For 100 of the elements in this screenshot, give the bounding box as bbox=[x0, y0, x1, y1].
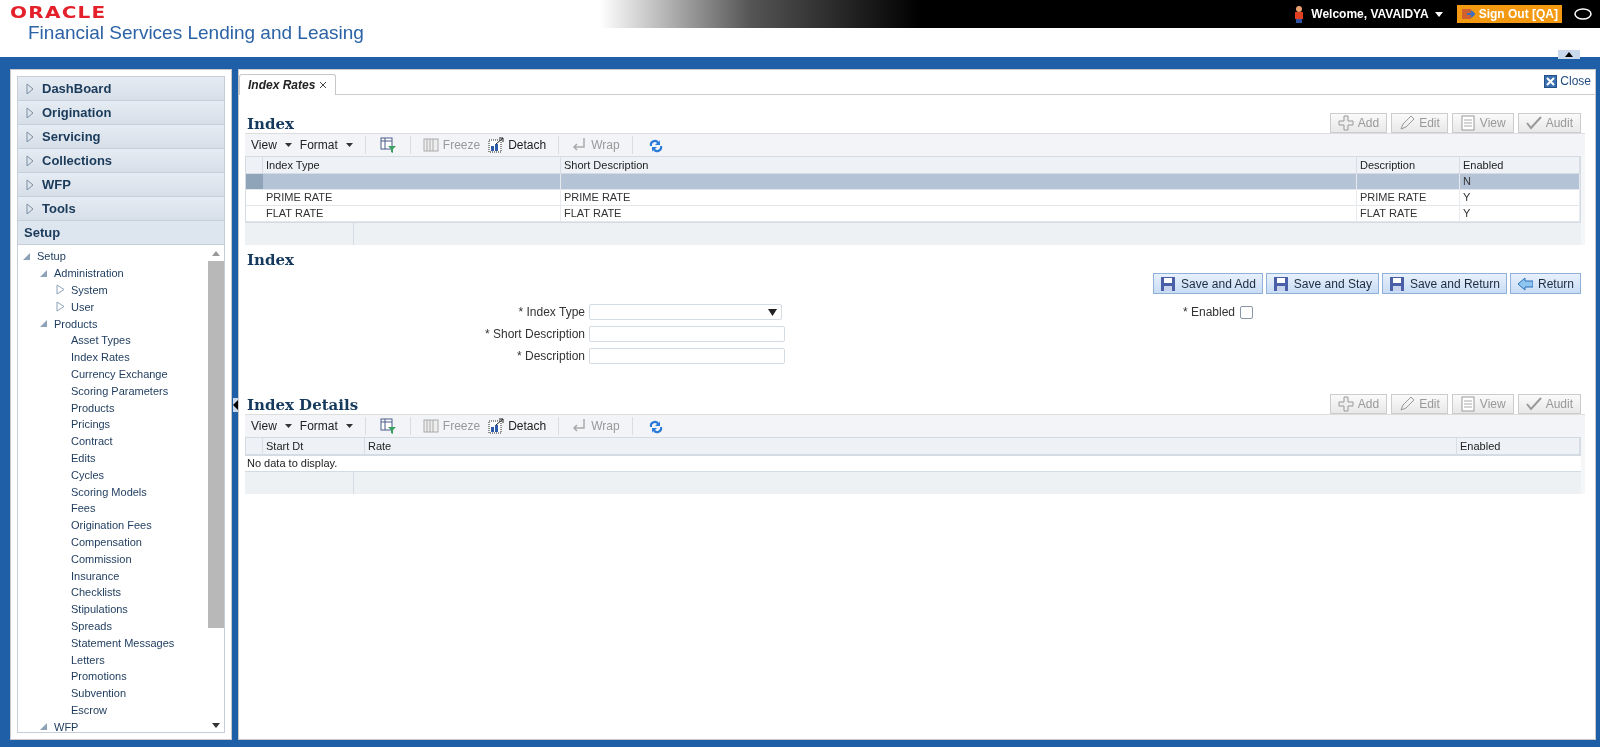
oval-icon bbox=[1574, 8, 1592, 20]
tree-item[interactable]: Fees bbox=[71, 502, 96, 515]
tree-item[interactable]: Checklists bbox=[71, 586, 122, 599]
welcome-menu[interactable]: Welcome, VAVAIDYA bbox=[1311, 7, 1429, 21]
tree-item[interactable]: Compensation bbox=[71, 535, 142, 548]
tree-item[interactable]: Scoring Models bbox=[71, 485, 147, 498]
accordion-header[interactable]: Origination bbox=[17, 101, 225, 125]
sign-out-icon bbox=[1460, 7, 1475, 21]
detach-button[interactable]: Detach bbox=[488, 418, 547, 434]
column-header[interactable]: Rate bbox=[365, 438, 1457, 455]
column-header[interactable]: Short Description bbox=[561, 157, 1357, 174]
section-title: Index Details bbox=[246, 396, 359, 414]
caret-icon[interactable] bbox=[1434, 11, 1443, 17]
tree-item[interactable]: Asset Types bbox=[71, 334, 131, 347]
scroll-up-icon[interactable] bbox=[211, 251, 220, 256]
tree-item[interactable]: Products bbox=[71, 401, 115, 414]
expand-icon bbox=[26, 106, 34, 119]
tree-item[interactable]: Promotions bbox=[71, 670, 127, 683]
table-cell: PRIME RATE bbox=[263, 190, 561, 206]
plus-icon bbox=[1337, 396, 1354, 412]
checkbox[interactable] bbox=[1240, 305, 1254, 319]
save-button[interactable]: Save and Add bbox=[1153, 273, 1263, 294]
row-selector[interactable] bbox=[246, 174, 263, 190]
expand-icon bbox=[26, 130, 34, 143]
tab[interactable]: Index Rates bbox=[239, 74, 337, 95]
caret-icon bbox=[345, 424, 353, 428]
tree-item[interactable]: Pricings bbox=[71, 418, 111, 431]
tree-item[interactable]: Letters bbox=[71, 653, 105, 666]
accordion-header[interactable]: DashBoard bbox=[17, 76, 225, 101]
tree-item[interactable]: System bbox=[71, 284, 108, 296]
columns-icon bbox=[422, 137, 439, 153]
tree-item[interactable]: Stipulations bbox=[71, 603, 128, 616]
accordion-header[interactable]: Collections bbox=[17, 149, 225, 173]
accordion-header[interactable]: Tools bbox=[17, 197, 225, 221]
collapsed-icon[interactable] bbox=[56, 301, 65, 313]
input-field[interactable] bbox=[589, 326, 785, 342]
expanded-icon[interactable] bbox=[39, 722, 48, 732]
close-icon[interactable] bbox=[319, 81, 328, 89]
scrollbar-thumb[interactable] bbox=[207, 261, 224, 628]
collapsed-icon[interactable] bbox=[56, 284, 65, 296]
tree-item[interactable]: Insurance bbox=[71, 569, 120, 582]
scroll-down-icon[interactable] bbox=[211, 723, 220, 728]
return-button[interactable]: Return bbox=[1509, 273, 1581, 294]
tree-item[interactable]: Scoring Parameters bbox=[71, 384, 169, 397]
column-header[interactable]: Start Dt bbox=[263, 438, 365, 455]
column-header[interactable]: Index Type bbox=[263, 157, 561, 174]
column-header[interactable]: Description bbox=[1357, 157, 1460, 174]
save-button[interactable]: Save and Return bbox=[1381, 273, 1507, 294]
tree-item[interactable]: Edits bbox=[71, 451, 96, 464]
columns-icon bbox=[422, 418, 439, 434]
tree-item[interactable]: Cycles bbox=[71, 468, 104, 481]
dropdown-field[interactable] bbox=[589, 304, 782, 320]
tree-item[interactable]: Index Rates bbox=[71, 351, 130, 364]
filter-icon[interactable] bbox=[379, 418, 396, 434]
menu-button[interactable]: Format bbox=[299, 419, 353, 433]
document-icon bbox=[1459, 396, 1476, 412]
menu-button[interactable]: View bbox=[251, 419, 292, 433]
tree-item[interactable]: Currency Exchange bbox=[71, 367, 168, 380]
close-button[interactable]: Close bbox=[1544, 74, 1591, 88]
table-cell: FLAT RATE bbox=[1357, 206, 1460, 222]
tree-item[interactable]: User bbox=[71, 300, 95, 313]
tree-item[interactable]: Administration bbox=[54, 267, 124, 280]
tree-item[interactable]: Contract bbox=[71, 435, 113, 448]
input-field[interactable] bbox=[589, 348, 785, 364]
checkmark-icon bbox=[1525, 115, 1542, 131]
detach-icon bbox=[488, 137, 505, 153]
accordion-header[interactable]: Servicing bbox=[17, 125, 225, 149]
expand-icon bbox=[26, 178, 34, 191]
tree-item[interactable]: Origination Fees bbox=[71, 519, 152, 532]
product-title: Financial Services Lending and Leasing bbox=[28, 21, 364, 45]
tree-item[interactable]: Setup bbox=[37, 250, 66, 263]
tree-item[interactable]: Escrow bbox=[71, 703, 108, 716]
field-label: * Index Type bbox=[517, 305, 585, 319]
expanded-icon[interactable] bbox=[39, 268, 48, 278]
save-button[interactable]: Save and Stay bbox=[1265, 273, 1379, 294]
filter-icon[interactable] bbox=[379, 137, 396, 153]
accordion-header[interactable]: WFP bbox=[17, 173, 225, 197]
return-arrow-icon bbox=[571, 418, 588, 434]
document-icon bbox=[1459, 115, 1476, 131]
left-arrow-icon bbox=[1516, 275, 1533, 292]
detach-button[interactable]: Detach bbox=[488, 137, 547, 153]
menu-button[interactable]: Format bbox=[299, 138, 353, 152]
collapse-handle[interactable] bbox=[1558, 50, 1580, 59]
tree-item[interactable]: Subvention bbox=[71, 687, 127, 700]
tree-item[interactable]: Statement Messages bbox=[71, 636, 175, 649]
tree-item[interactable]: WFP bbox=[54, 720, 79, 732]
accordion-header[interactable]: Setup bbox=[17, 221, 225, 245]
expanded-icon[interactable] bbox=[39, 319, 48, 329]
dropdown-arrow-icon bbox=[768, 308, 777, 316]
tree-item[interactable]: Products bbox=[54, 317, 98, 330]
column-header[interactable]: Enabled bbox=[1460, 157, 1580, 174]
table-cell: PRIME RATE bbox=[1357, 190, 1460, 206]
tree-item[interactable]: Spreads bbox=[71, 619, 112, 632]
column-header[interactable]: Enabled bbox=[1457, 438, 1580, 455]
user-icon bbox=[1293, 5, 1306, 23]
checkmark-icon bbox=[1525, 396, 1542, 412]
pencil-icon bbox=[1399, 396, 1416, 412]
menu-button[interactable]: View bbox=[251, 138, 292, 152]
expanded-icon[interactable] bbox=[22, 251, 31, 261]
tree-item[interactable]: Commission bbox=[71, 552, 132, 565]
